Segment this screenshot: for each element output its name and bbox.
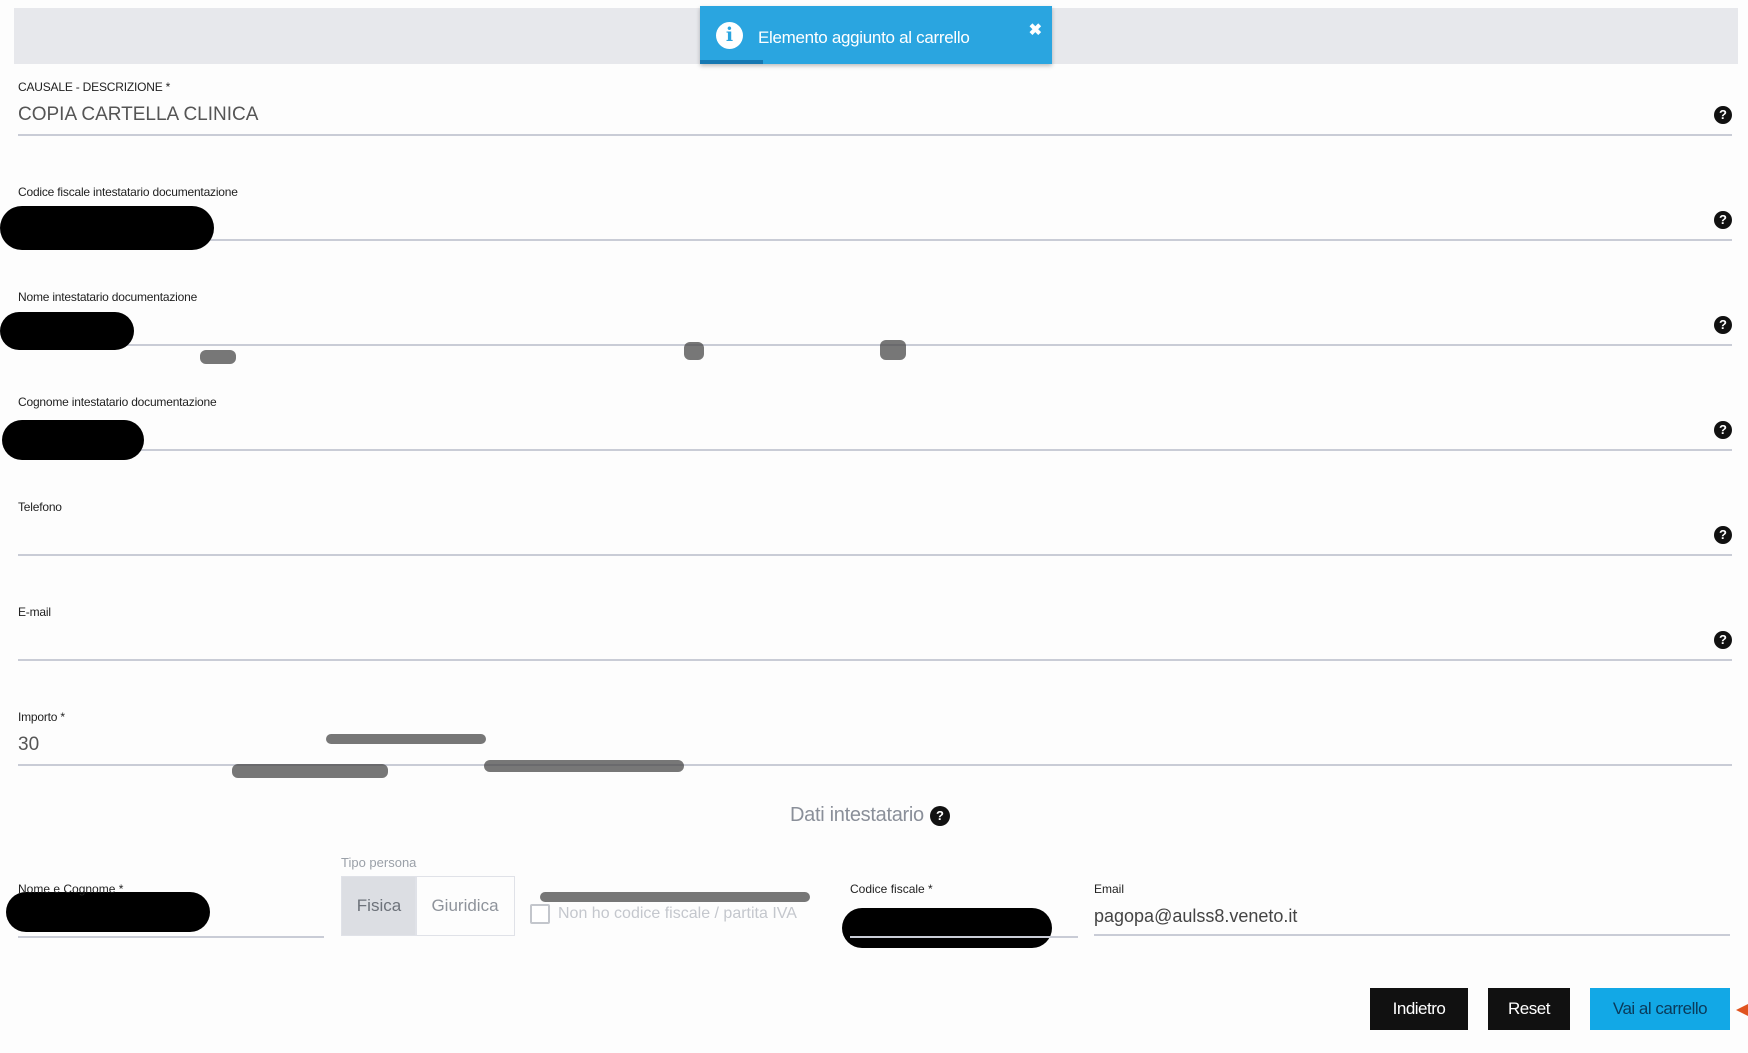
- field-underline: [18, 554, 1732, 556]
- field-underline: [18, 449, 1732, 451]
- cognome-intestatario-field: Cognome intestatario documentazione ?: [18, 395, 1732, 495]
- back-button[interactable]: Indietro: [1370, 988, 1468, 1030]
- telefono-label: Telefono: [18, 500, 62, 514]
- question-circle-icon[interactable]: ?: [1714, 526, 1732, 544]
- cognome-intestatario-input[interactable]: [18, 415, 1698, 445]
- importo-input[interactable]: [18, 730, 1698, 760]
- field-underline: [18, 239, 1732, 241]
- question-circle-icon[interactable]: ?: [1714, 316, 1732, 334]
- causale-field: CAUSALE - DESCRIZIONE * ?: [18, 80, 1732, 180]
- tipo-persona-label: Tipo persona: [341, 855, 417, 870]
- importo-label: Importo *: [18, 710, 65, 724]
- nome-intestatario-input[interactable]: [18, 310, 1698, 340]
- scan-smudge: [540, 892, 810, 902]
- nome-intestatario-field: Nome intestatario documentazione ?: [18, 290, 1732, 390]
- codice-fiscale-intestatario-input[interactable]: [18, 205, 1698, 235]
- codice-fiscale-input[interactable]: [850, 904, 1070, 932]
- go-to-cart-button[interactable]: Vai al carrello: [1590, 988, 1730, 1030]
- field-underline: [18, 134, 1732, 136]
- field-underline: [18, 936, 324, 938]
- scan-smudge: [684, 342, 704, 360]
- importo-field: Importo *: [18, 710, 1732, 810]
- question-circle-icon[interactable]: ?: [929, 805, 950, 826]
- causale-input[interactable]: [18, 100, 1698, 130]
- field-underline: [18, 344, 1732, 346]
- reset-button[interactable]: Reset: [1488, 988, 1570, 1030]
- nome-cognome-label: Nome e Cognome *: [18, 882, 124, 896]
- telefono-input[interactable]: [18, 520, 1698, 550]
- scan-smudge: [880, 340, 906, 360]
- redaction-mark: [0, 312, 134, 350]
- no-codice-fiscale-checkbox[interactable]: [530, 904, 550, 924]
- question-circle-icon[interactable]: ?: [1714, 211, 1732, 229]
- field-underline: [850, 936, 1078, 938]
- scan-smudge: [326, 734, 486, 744]
- field-underline: [1094, 934, 1730, 936]
- scan-smudge: [200, 350, 236, 364]
- redaction-mark: [2, 420, 144, 460]
- email-input[interactable]: [18, 625, 1698, 655]
- email-label: E-mail: [18, 605, 51, 619]
- tipo-persona-fisica-button[interactable]: Fisica: [341, 876, 417, 936]
- no-codice-fiscale-label: Non ho codice fiscale / partita IVA: [558, 905, 797, 922]
- scan-smudge: [232, 764, 388, 778]
- telefono-field: Telefono ?: [18, 500, 1732, 600]
- info-icon: i: [716, 22, 743, 49]
- question-circle-icon[interactable]: ?: [1714, 421, 1732, 439]
- email-field: E-mail ?: [18, 605, 1732, 705]
- pointer-arrow-icon: [1736, 1004, 1748, 1016]
- redaction-mark: [0, 206, 214, 250]
- codice-fiscale-label: Codice fiscale *: [850, 882, 933, 896]
- nome-cognome-input[interactable]: [18, 904, 318, 932]
- toast-notification: i Elemento aggiunto al carrello ✖: [700, 6, 1052, 64]
- codice-fiscale-intestatario-label: Codice fiscale intestatario documentazio…: [18, 185, 238, 199]
- holder-email-input[interactable]: [1094, 902, 1724, 930]
- field-underline: [18, 659, 1732, 661]
- causale-label: CAUSALE - DESCRIZIONE *: [18, 80, 171, 94]
- nome-intestatario-label: Nome intestatario documentazione: [18, 290, 198, 304]
- holder-email-label: Email: [1094, 882, 1125, 896]
- dati-intestatario-title: Dati intestatario: [790, 804, 924, 826]
- payment-form-page: i Elemento aggiunto al carrello ✖ CAUSAL…: [0, 0, 1748, 1053]
- dati-intestatario-heading: Dati intestatario?: [790, 804, 950, 827]
- question-circle-icon[interactable]: ?: [1714, 106, 1732, 124]
- tipo-persona-giuridica-button[interactable]: Giuridica: [415, 876, 515, 936]
- close-icon[interactable]: ✖: [1029, 20, 1042, 40]
- question-circle-icon[interactable]: ?: [1714, 631, 1732, 649]
- toast-message: Elemento aggiunto al carrello: [758, 28, 970, 47]
- codice-fiscale-intestatario-field: Codice fiscale intestatario documentazio…: [18, 185, 1732, 285]
- cognome-intestatario-label: Cognome intestatario documentazione: [18, 395, 217, 409]
- toast-progress-bar: [700, 60, 764, 64]
- scan-smudge: [484, 760, 684, 772]
